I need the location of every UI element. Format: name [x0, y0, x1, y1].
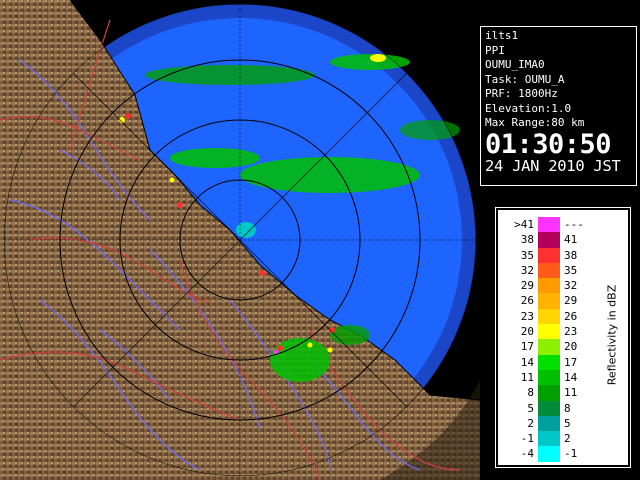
legend-row: 14 17 [506, 354, 606, 370]
legend-lower-bound: 38 [520, 233, 534, 247]
legend-color-swatch [538, 232, 560, 248]
legend-upper-bound: 20 [564, 340, 578, 354]
legend-upper-bound: -1 [564, 447, 578, 461]
legend-upper-bound: 38 [564, 248, 578, 262]
legend-upper-bound: 29 [564, 294, 578, 308]
legend-row: -1 2 [506, 431, 606, 447]
legend-lower-bound: 11 [520, 370, 534, 384]
legend-upper-bound: 8 [564, 401, 571, 415]
legend-color-swatch [538, 339, 560, 355]
observation-date: 24 JAN 2010 JST [485, 156, 621, 175]
legend-lower-bound: 5 [527, 401, 534, 415]
legend-color-swatch [538, 247, 560, 263]
legend-lower-bound: 17 [520, 340, 534, 354]
site-name: ilts1 [485, 29, 519, 42]
legend-color-swatch [538, 324, 560, 340]
legend-upper-bound: 41 [564, 233, 578, 247]
legend-row: 20 23 [506, 324, 606, 340]
legend-lower-bound: >41 [514, 218, 534, 231]
legend-color-swatch [538, 278, 560, 294]
legend-upper-bound: 17 [564, 355, 578, 369]
legend-lower-bound: 26 [520, 294, 534, 308]
prf-value: PRF: 1800Hz [485, 87, 558, 100]
legend-upper-bound: 32 [564, 279, 578, 293]
legend-row: >41 --- [506, 217, 606, 233]
radar-ppi-map[interactable] [0, 0, 480, 480]
radar-info-panel: ilts1 PPI OUMU_IMA0 Task: OUMU_A PRF: 18… [480, 26, 637, 186]
legend-upper-bound: 14 [564, 370, 578, 384]
legend-lower-bound: 35 [520, 248, 534, 262]
legend-row: 23 26 [506, 308, 606, 325]
legend-lower-bound: -4 [520, 447, 534, 461]
legend-upper-bound: 5 [564, 416, 571, 430]
legend-row: 38 41 [506, 232, 606, 248]
legend-lower-bound: 32 [520, 263, 534, 277]
legend-rows: >41 --- 38 41 35 38 32 35 29 32 26 29 23 26 20 23 17 20 14… [506, 217, 606, 462]
legend-color-swatch [538, 369, 560, 386]
legend-row: 32 35 [506, 262, 606, 279]
legend-row: 11 14 [506, 369, 606, 386]
legend-row: 26 29 [506, 293, 606, 309]
legend-lower-bound: 8 [527, 386, 534, 400]
legend-upper-bound: 11 [564, 386, 578, 400]
legend-color-swatch [538, 400, 560, 416]
legend-color-swatch [538, 293, 560, 309]
legend-lower-bound: 20 [520, 325, 534, 339]
product-type: PPI [485, 43, 505, 57]
radar-map-svg [0, 0, 480, 480]
legend-upper-bound: 35 [564, 263, 578, 277]
legend-row: -4 -1 [506, 446, 606, 462]
legend-upper-bound: 23 [564, 325, 578, 339]
legend-lower-bound: 14 [520, 355, 534, 369]
legend-color-swatch [538, 431, 560, 447]
legend-color-swatch [538, 354, 560, 370]
legend-row: 29 32 [506, 278, 606, 294]
legend-color-swatch [538, 262, 560, 279]
reflectivity-legend: >41 --- 38 41 35 38 32 35 29 32 26 29 23 26 20 23 17 20 14… [496, 208, 630, 467]
legend-lower-bound: 2 [527, 416, 534, 430]
legend-color-swatch [538, 415, 560, 432]
station-name: OUMU_IMA0 [485, 58, 545, 71]
task-name: Task: OUMU_A [485, 72, 565, 86]
legend-color-swatch [538, 446, 560, 462]
legend-color-swatch [538, 385, 560, 401]
legend-color-swatch [538, 217, 560, 233]
legend-lower-bound: 29 [520, 279, 534, 293]
legend-lower-bound: 23 [520, 309, 534, 323]
legend-axis-label-box: Reflectivity in dBZ [602, 270, 622, 400]
legend-lower-bound: -1 [520, 432, 534, 446]
legend-row: 58 [506, 400, 606, 416]
legend-row: 8 11 [506, 385, 606, 401]
elevation-value: Elevation:1.0 [485, 101, 572, 115]
legend-color-swatch [538, 308, 560, 325]
legend-row: 35 38 [506, 247, 606, 263]
legend-row: 25 [506, 415, 606, 432]
legend-upper-bound: 26 [564, 309, 578, 323]
legend-upper-bound: --- [564, 218, 584, 231]
legend-upper-bound: 2 [564, 432, 571, 446]
legend-axis-label: Reflectivity in dBZ [605, 284, 619, 386]
legend-row: 17 20 [506, 339, 606, 355]
observation-time: 01:30:50 [485, 128, 612, 160]
